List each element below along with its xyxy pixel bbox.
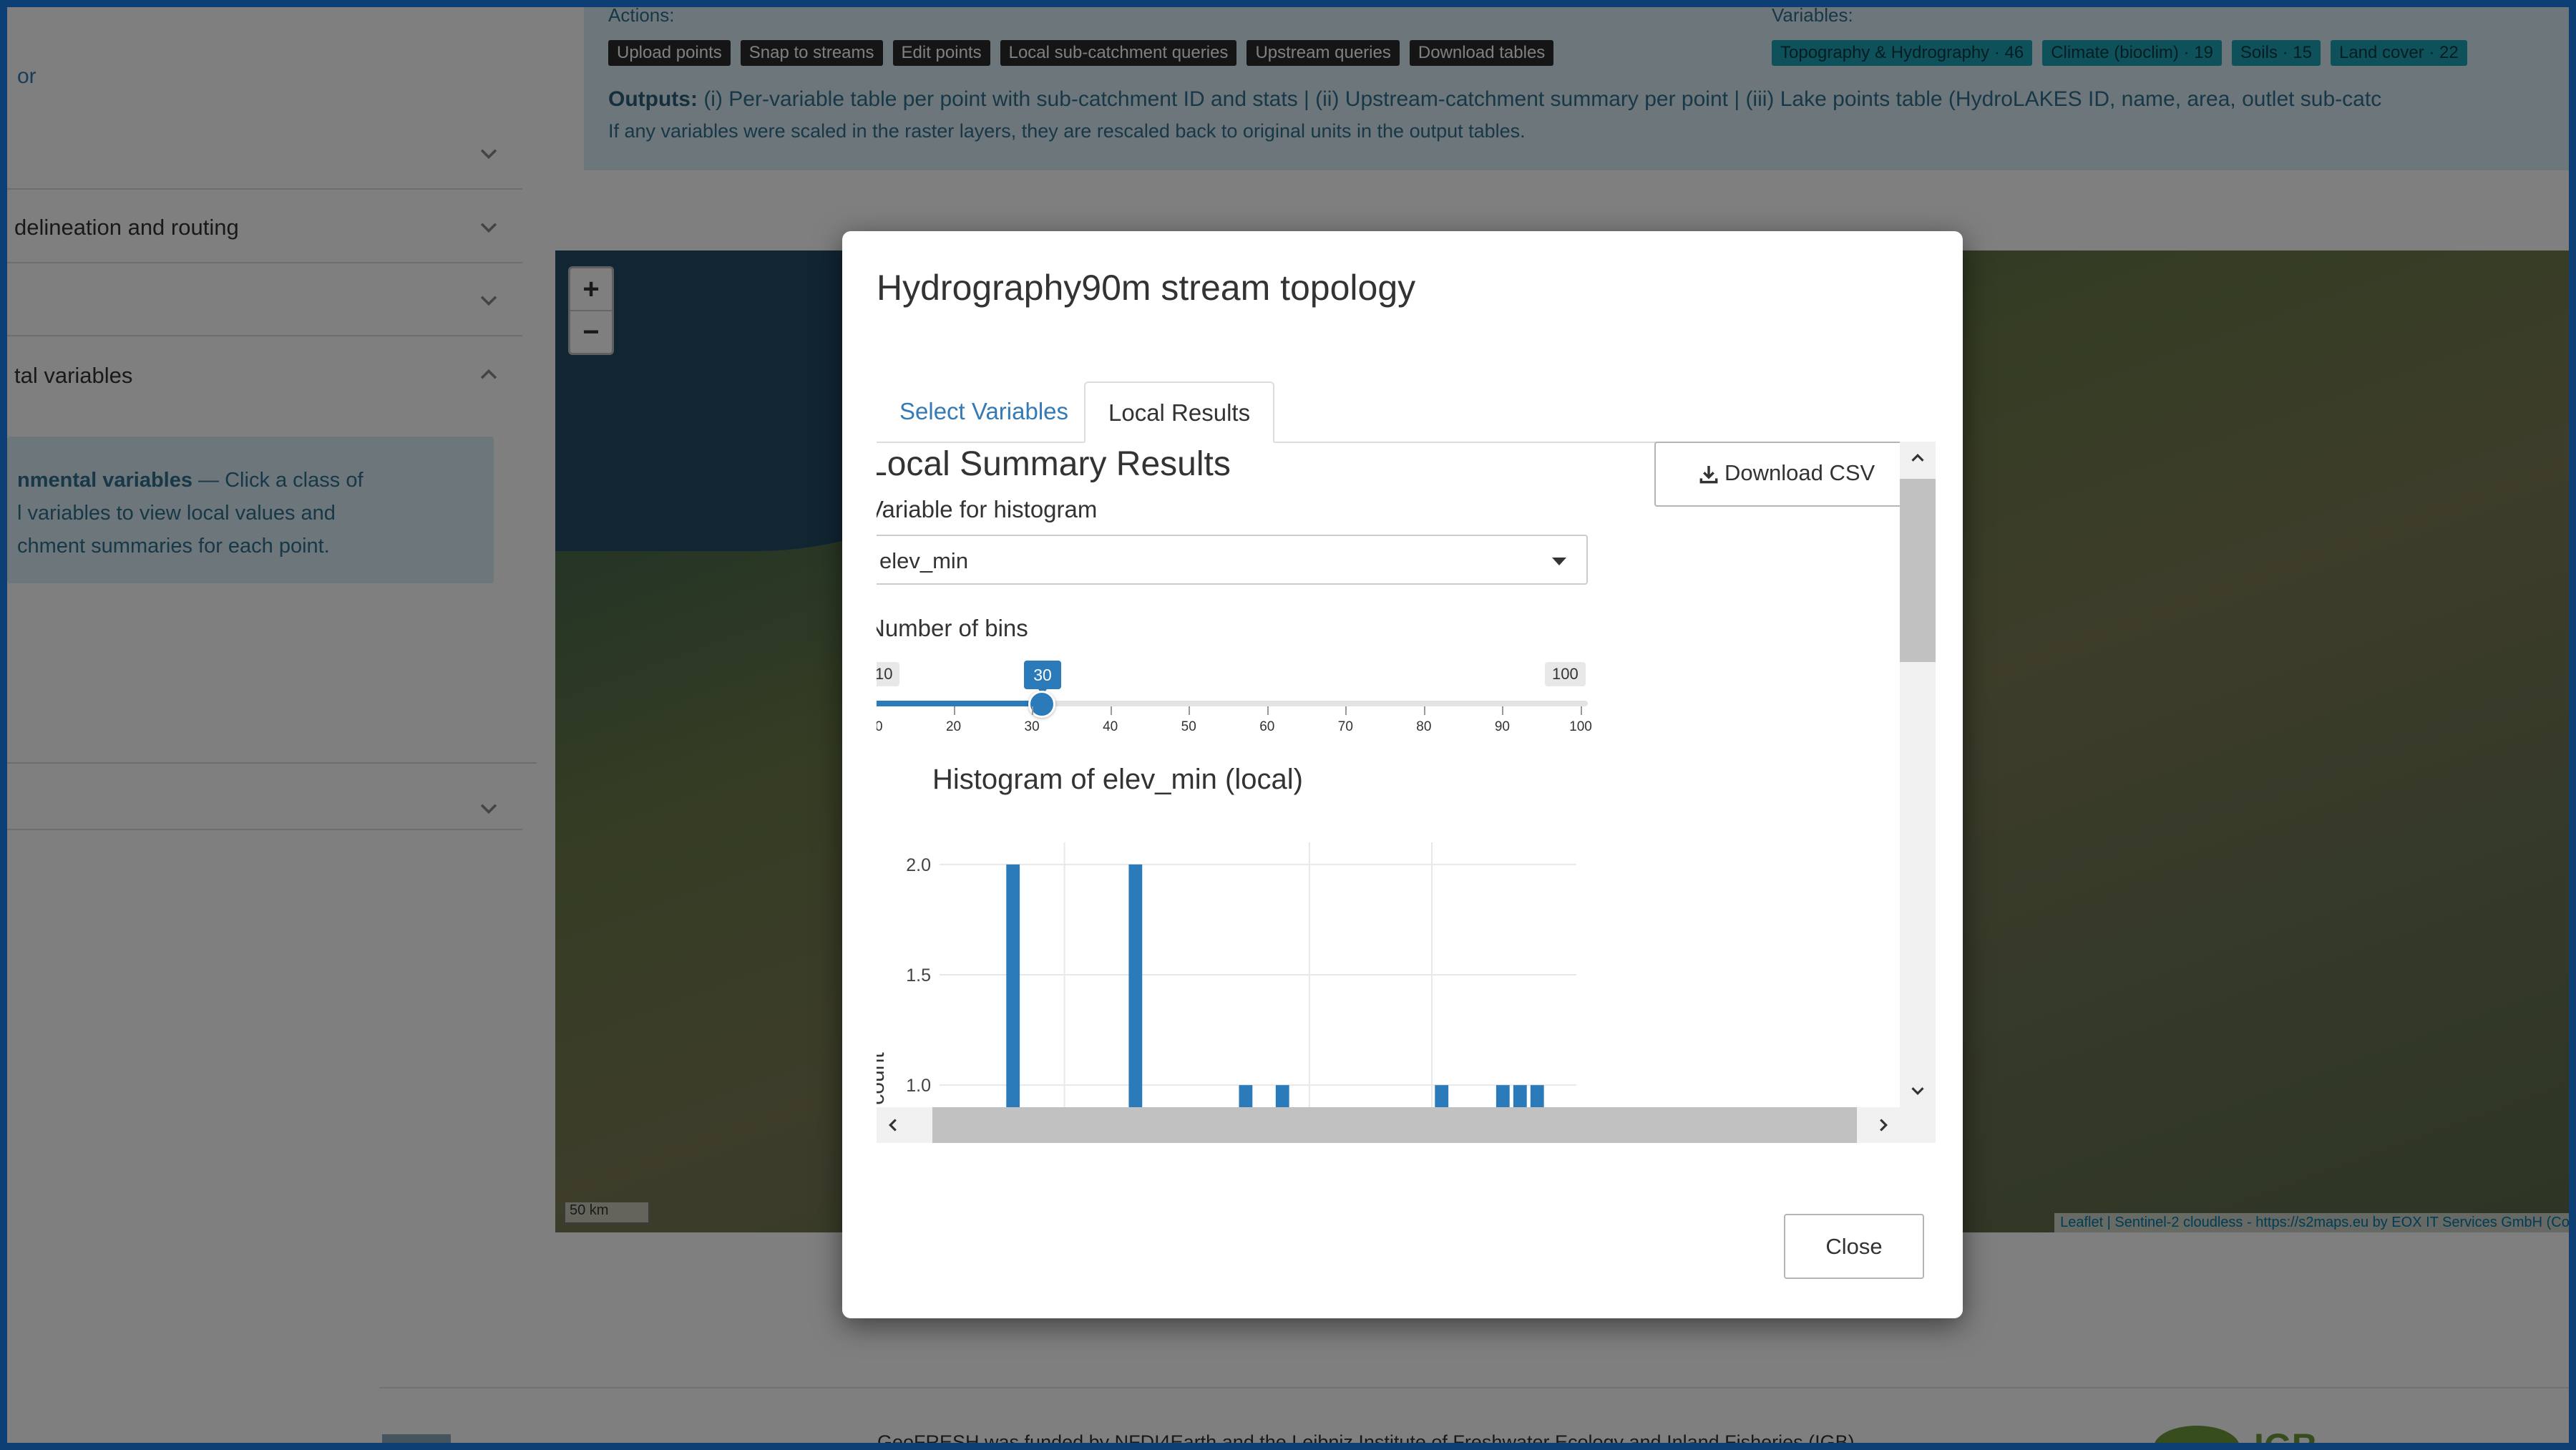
- slider-fill: [877, 701, 1043, 706]
- slider-tick-label: 100: [1569, 719, 1592, 734]
- histogram-bar: [1530, 1085, 1544, 1107]
- slider-tick: [1032, 706, 1034, 715]
- variable-label: Variable for histogram: [877, 496, 1098, 522]
- histogram-bar: [1006, 864, 1020, 1107]
- slider-tick: [1189, 706, 1191, 715]
- app-page: or delineation and routing tal variables…: [0, 0, 2576, 1450]
- y-tick-label: 1.5: [906, 965, 931, 986]
- variable-select-value: elev_min: [879, 548, 969, 573]
- scroll-up-icon[interactable]: [1907, 447, 1928, 469]
- caret-down-icon: [1552, 558, 1566, 565]
- slider-tick: [953, 706, 955, 715]
- slider-ticks: 10 20 30 40 50 60 70 80 90 100: [877, 706, 1592, 735]
- y-tick-label: 1.0: [906, 1076, 931, 1096]
- histogram-bar: [1496, 1085, 1510, 1107]
- bins-slider[interactable]: 10 100 30 10 20 30 40 50 60 70 80 90 100: [877, 656, 1592, 735]
- slider-tick-label: 80: [1416, 719, 1432, 734]
- close-button[interactable]: Close: [1784, 1214, 1924, 1279]
- y-axis-label: count: [877, 1052, 889, 1105]
- slider-tick-label: 70: [1337, 719, 1353, 734]
- horizontal-scrollbar[interactable]: [877, 1107, 1936, 1143]
- histogram-bar: [1275, 1085, 1289, 1107]
- scroll-right-icon[interactable]: [1873, 1114, 1894, 1136]
- slider-tick: [1267, 706, 1269, 715]
- chart-title: Histogram of elev_min (local): [932, 764, 1303, 795]
- tab-bar: Select Variables Local Results: [877, 381, 1936, 443]
- slider-tick-label: 60: [1259, 719, 1275, 734]
- horizontal-scroll-thumb[interactable]: [932, 1107, 1857, 1143]
- modal-title: Hydrography90m stream topology: [877, 268, 1416, 308]
- histogram-bar: [1128, 864, 1143, 1107]
- histogram-bar: [1435, 1085, 1449, 1107]
- histogram-bar: [1239, 1085, 1253, 1107]
- modal-dialog: Hydrography90m stream topology Select Va…: [842, 231, 1963, 1318]
- slider-tick: [1110, 706, 1112, 715]
- histogram-bar: [1513, 1085, 1527, 1107]
- slider-tick: [1502, 706, 1504, 715]
- slider-tick-label: 10: [877, 719, 883, 735]
- y-tick-label: 2.0: [906, 855, 931, 875]
- vertical-scrollbar[interactable]: [1900, 442, 1936, 1107]
- download-icon: [1699, 466, 1718, 484]
- download-csv-button[interactable]: Download CSV: [1654, 442, 1911, 507]
- section-title: Local Summary Results: [877, 445, 1231, 483]
- download-csv-label: Download CSV: [1724, 460, 1875, 485]
- bins-label: Number of bins: [877, 615, 1028, 641]
- slider-tick-label: 40: [1103, 719, 1118, 734]
- scroll-down-icon[interactable]: [1907, 1080, 1928, 1101]
- vertical-scroll-thumb[interactable]: [1900, 479, 1936, 662]
- slider-tick-label: 50: [1181, 719, 1196, 734]
- slider-max-label: 100: [1545, 662, 1586, 686]
- results-scroll-area[interactable]: Local Summary Results Variable for histo…: [877, 442, 1864, 1107]
- tab-panel: Local Summary Results Variable for histo…: [877, 442, 1936, 1365]
- slider-tick: [1581, 706, 1582, 715]
- histogram-chart: 1.0 1.5 2.0 count: [877, 842, 1576, 1107]
- slider-tick-label: 30: [1024, 719, 1040, 734]
- tab-select-variables[interactable]: Select Variables: [877, 381, 1091, 442]
- slider-tick: [1423, 706, 1425, 715]
- slider-tick-label: 90: [1494, 719, 1511, 734]
- slider-min-label: 10: [877, 662, 900, 686]
- scroll-left-icon[interactable]: [882, 1114, 904, 1136]
- slider-value-label: 30: [1024, 661, 1061, 695]
- slider-tick-label: 20: [945, 719, 962, 734]
- slider-tick: [1345, 706, 1347, 715]
- tab-local-results[interactable]: Local Results: [1084, 381, 1275, 443]
- variable-select[interactable]: elev_min: [877, 535, 1588, 585]
